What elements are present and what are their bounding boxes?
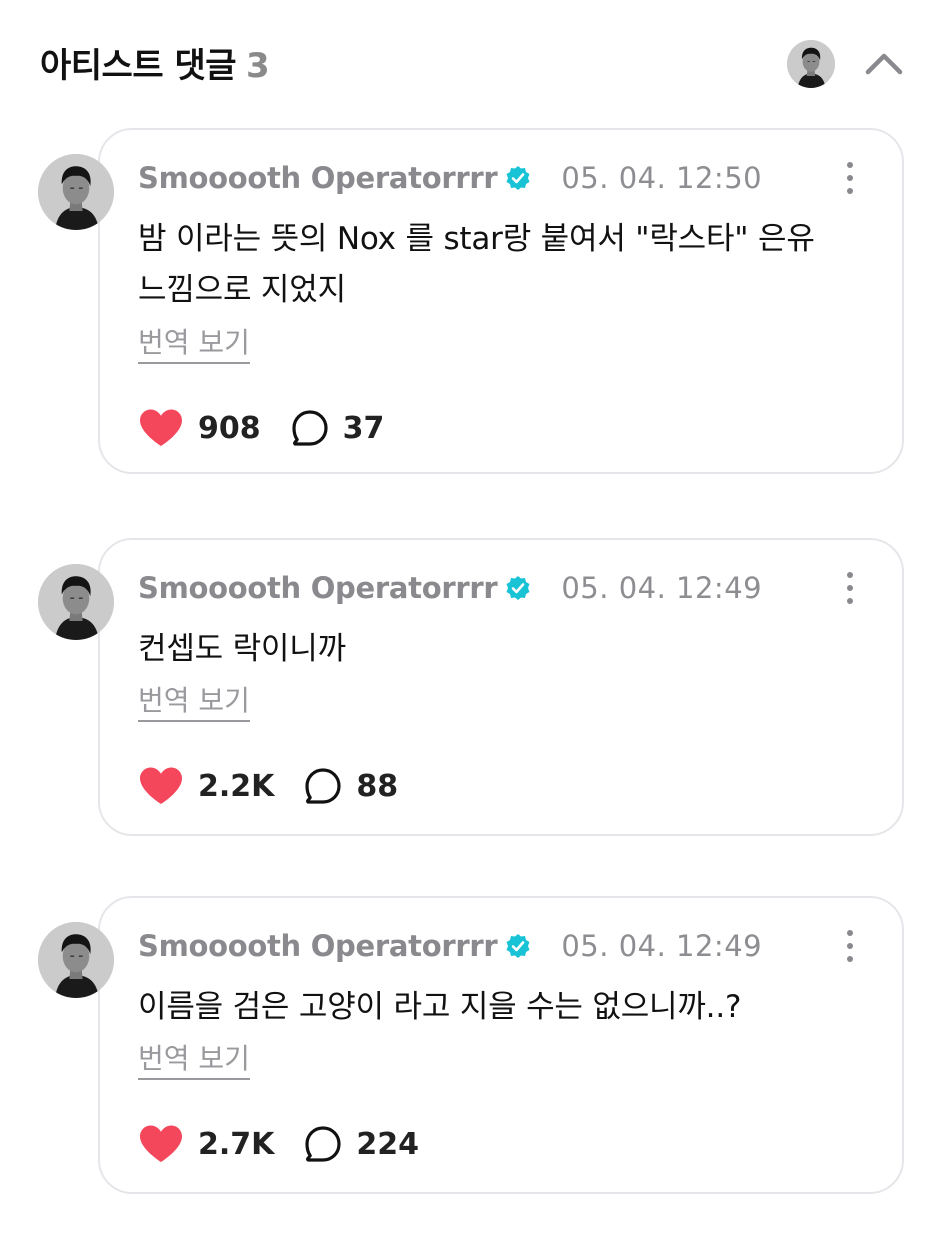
avatar-image [787, 40, 835, 88]
comment-count: 3 [246, 46, 270, 86]
author-name[interactable]: Smooooth Operatorrrr [138, 929, 498, 963]
verified-badge-icon [506, 166, 530, 190]
author-avatar[interactable] [38, 154, 114, 230]
author-avatar[interactable] [38, 564, 114, 640]
artist-comments-header: 아티스트 댓글 3 [0, 0, 947, 128]
reply-bubble-icon[interactable] [291, 409, 329, 447]
author-name[interactable]: Smooooth Operatorrrr [138, 161, 498, 195]
comment-timestamp: 05. 04. 12:49 [561, 571, 763, 605]
reply-count: 224 [356, 1126, 420, 1162]
reply-count: 37 [342, 410, 385, 446]
verified-badge-icon [506, 934, 530, 958]
avatar-image [38, 564, 114, 640]
chevron-up-icon [865, 53, 903, 75]
heart-icon[interactable] [138, 766, 184, 806]
comment-meta: Smooooth Operatorrrr 05. 04. 12:49 [138, 568, 762, 608]
translate-link[interactable]: 번역 보기 [138, 326, 250, 364]
comment-meta: Smooooth Operatorrrr 05. 04. 12:49 [138, 926, 762, 966]
more-options-icon[interactable] [836, 158, 864, 198]
author-name[interactable]: Smooooth Operatorrrr [138, 571, 498, 605]
more-options-icon[interactable] [836, 568, 864, 608]
artist-avatar[interactable] [787, 40, 835, 88]
comment-card: Smooooth Operatorrrr 05. 04. 12:50 밤 이라는… [98, 128, 904, 474]
comment-item: Smooooth Operatorrrr 05. 04. 12:49 이름을 검… [0, 896, 947, 1246]
reply-count: 88 [356, 768, 399, 804]
comment-text: 이름을 검은 고양이 라고 지을 수는 없으니까..? [138, 989, 742, 1025]
section-title-label: 아티스트 댓글 [40, 46, 237, 86]
reply-bubble-icon[interactable] [304, 767, 342, 805]
collapse-button[interactable] [862, 44, 906, 84]
avatar-image [38, 922, 114, 998]
reply-bubble-icon[interactable] [304, 1125, 342, 1163]
author-avatar[interactable] [38, 922, 114, 998]
heart-icon[interactable] [138, 1124, 184, 1164]
comment-timestamp: 05. 04. 12:49 [561, 929, 763, 963]
comment-text: 밤 이라는 뜻의 Nox 를 star랑 붙여서 "락스타" 은유 느낌으로 지… [138, 221, 815, 308]
heart-icon[interactable] [138, 408, 184, 448]
translate-link[interactable]: 번역 보기 [138, 1042, 250, 1080]
avatar-image [38, 154, 114, 230]
more-options-icon[interactable] [836, 926, 864, 966]
comment-stats: 2.7K 224 [138, 1122, 419, 1166]
comment-item: Smooooth Operatorrrr 05. 04. 12:49 컨셉도 락… [0, 538, 947, 888]
section-title: 아티스트 댓글 3 [40, 38, 270, 87]
comment-stats: 2.2K 88 [138, 764, 398, 808]
translate-link[interactable]: 번역 보기 [138, 684, 250, 722]
comment-card: Smooooth Operatorrrr 05. 04. 12:49 컨셉도 락… [98, 538, 904, 836]
like-count: 2.7K [198, 1126, 275, 1162]
comment-item: Smooooth Operatorrrr 05. 04. 12:50 밤 이라는… [0, 128, 947, 478]
comment-text: 컨셉도 락이니까 [138, 631, 346, 667]
comment-card: Smooooth Operatorrrr 05. 04. 12:49 이름을 검… [98, 896, 904, 1194]
comment-stats: 908 37 [138, 406, 384, 450]
like-count: 908 [198, 410, 261, 446]
like-count: 2.2K [198, 768, 275, 804]
comment-meta: Smooooth Operatorrrr 05. 04. 12:50 [138, 158, 762, 198]
comment-timestamp: 05. 04. 12:50 [561, 161, 763, 195]
verified-badge-icon [506, 576, 530, 600]
